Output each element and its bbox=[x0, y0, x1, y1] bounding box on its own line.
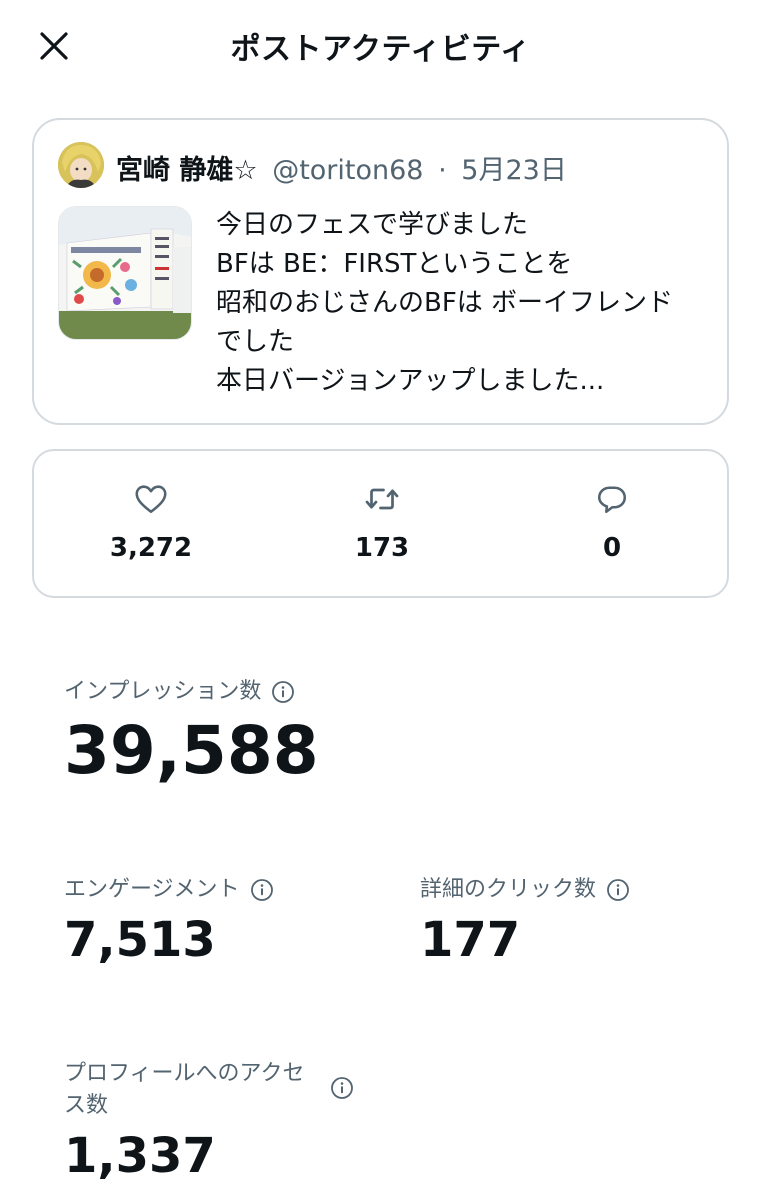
replies-metric[interactable]: 0 bbox=[532, 481, 692, 563]
engagements-value: 7,513 bbox=[64, 912, 216, 968]
post-author-line: 宮崎 静雄☆ @toriton68 · 5月23日 bbox=[116, 148, 567, 187]
post-text-line: BFは BE：FIRSTということを bbox=[216, 249, 573, 279]
info-icon[interactable] bbox=[606, 878, 630, 902]
impressions-stat: インプレッション数 39,588 bbox=[64, 676, 319, 789]
likes-count: 3,272 bbox=[109, 533, 193, 563]
post-image bbox=[59, 207, 191, 339]
impressions-label: インプレッション数 bbox=[64, 679, 262, 704]
likes-metric[interactable]: 3,272 bbox=[71, 481, 231, 563]
reposts-count: 173 bbox=[354, 533, 410, 563]
avatar[interactable] bbox=[58, 142, 104, 188]
detail-clicks-stat: 詳細のクリック数 177 bbox=[420, 874, 630, 968]
separator: · bbox=[438, 155, 447, 186]
post-activity-page: ポストアクティビティ 宮崎 静雄☆ @toriton68 · 5月23日 今日の… bbox=[0, 0, 761, 1199]
post-text: 今日のフェスで学びました BFは BE：FIRSTということを 昭和のおじさんの… bbox=[216, 206, 716, 401]
reposts-metric[interactable]: 173 bbox=[302, 481, 462, 563]
avatar-image bbox=[58, 142, 104, 188]
info-icon[interactable] bbox=[250, 878, 274, 902]
author-name[interactable]: 宮崎 静雄☆ bbox=[116, 155, 258, 186]
profile-visits-label: プロフィールへのアクセス数 bbox=[64, 1061, 305, 1118]
page-title: ポストアクティビティ bbox=[230, 32, 531, 67]
detail-clicks-value: 177 bbox=[420, 912, 521, 968]
repost-icon bbox=[365, 488, 399, 510]
post-text-line: 本日バージョンアップしました... bbox=[216, 366, 605, 396]
post-text-line: 昭和のおじさんのBFは ボーイフレンド bbox=[216, 288, 674, 318]
author-handle[interactable]: @toriton68 bbox=[272, 155, 423, 186]
profile-visits-stat: プロフィールへのアクセス数 1,337 bbox=[64, 1058, 354, 1184]
header: ポストアクティビティ bbox=[0, 0, 761, 92]
engagements-label: エンゲージメント bbox=[64, 877, 240, 902]
post-preview-card[interactable]: 宮崎 静雄☆ @toriton68 · 5月23日 今日のフェスで学びました B… bbox=[32, 118, 729, 425]
engagement-metrics-card: 3,272 173 0 bbox=[32, 449, 729, 598]
reply-icon bbox=[597, 486, 627, 514]
heart-icon bbox=[135, 485, 167, 514]
replies-count: 0 bbox=[602, 533, 622, 563]
detail-clicks-label: 詳細のクリック数 bbox=[420, 877, 597, 902]
engagements-stat: エンゲージメント 7,513 bbox=[64, 874, 274, 968]
post-date: 5月23日 bbox=[461, 155, 567, 186]
post-text-line: でした bbox=[216, 327, 295, 357]
post-thumbnail[interactable] bbox=[58, 206, 192, 340]
post-text-line: 今日のフェスで学びました bbox=[216, 210, 529, 240]
info-icon[interactable] bbox=[271, 680, 295, 704]
info-icon[interactable] bbox=[330, 1076, 354, 1100]
profile-visits-value: 1,337 bbox=[64, 1128, 216, 1184]
impressions-value: 39,588 bbox=[64, 712, 319, 789]
